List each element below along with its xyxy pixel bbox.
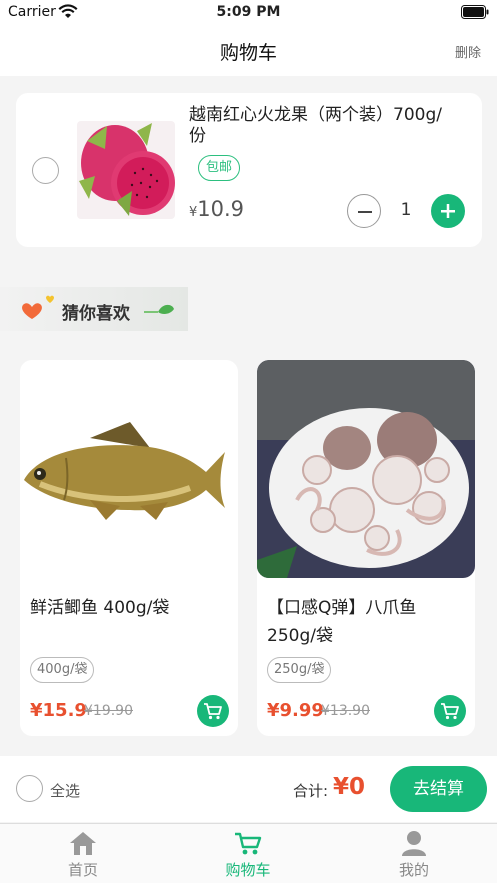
tab-cart-label: 购物车 — [225, 861, 271, 879]
product-original-price: ¥19.90 — [84, 703, 133, 719]
minus-icon — [358, 211, 372, 213]
free-shipping-tag: 包邮 — [198, 155, 241, 181]
status-time: 5:09 PM — [216, 4, 281, 20]
total-label: 合计: — [293, 782, 329, 800]
user-icon — [402, 831, 426, 856]
tab-bar: 首页 购物车 我的 — [0, 823, 497, 883]
select-all-checkbox[interactable] — [16, 775, 43, 802]
product-card[interactable]: 鲜活鲫鱼 400g/袋 400g/袋 ¥15.9 ¥19.90 — [20, 360, 238, 736]
total-value: ¥0 — [333, 774, 366, 800]
octopus-image — [257, 360, 475, 578]
page-title: 购物车 — [219, 42, 277, 64]
dragon-fruit-image — [77, 121, 175, 219]
cart-icon — [235, 832, 262, 855]
tab-home-label: 首页 — [67, 861, 98, 879]
fish-image — [20, 360, 238, 578]
product-price: ¥15.9 — [30, 700, 87, 721]
guess-you-like-banner: 猜你喜欢 — [0, 287, 188, 331]
delete-button[interactable]: 删除 — [455, 42, 481, 61]
select-all-label: 全选 — [50, 782, 81, 800]
price-value: 10.9 — [197, 197, 245, 221]
increase-quantity-button[interactable] — [431, 194, 465, 228]
nav-bar: 购物车 删除 — [0, 26, 497, 76]
product-spec-tag: 250g/袋 — [267, 657, 332, 683]
add-to-cart-button[interactable] — [197, 695, 229, 727]
quantity-value: 1 — [400, 200, 412, 220]
status-bar: Carrier 5:09 PM — [0, 0, 497, 26]
guess-you-like-title: 猜你喜欢 — [62, 304, 130, 324]
tab-mine[interactable]: 我的 — [354, 824, 474, 883]
battery-icon — [461, 5, 489, 19]
add-to-cart-button[interactable] — [434, 695, 466, 727]
tab-cart[interactable]: 购物车 — [188, 824, 308, 883]
tab-mine-label: 我的 — [398, 861, 429, 879]
decrease-quantity-button[interactable] — [347, 194, 381, 228]
cart-item-price: ¥10.9 — [189, 197, 244, 221]
product-name: 鲜活鲫鱼 400g/袋 — [30, 598, 170, 618]
tab-home[interactable]: 首页 — [23, 824, 143, 883]
product-card[interactable]: 【口感Q弹】八爪鱼 250g/袋 250g/袋 ¥9.99 ¥13.90 — [257, 360, 475, 736]
checkout-button[interactable]: 去结算 — [390, 766, 487, 812]
cart-icon — [204, 703, 222, 720]
product-name: 【口感Q弹】八爪鱼 250g/袋 — [267, 598, 417, 646]
product-original-price: ¥13.90 — [321, 703, 370, 719]
home-icon — [70, 832, 96, 855]
cart-item-checkbox[interactable] — [32, 157, 59, 184]
product-spec-tag: 400g/袋 — [30, 657, 95, 683]
cart-icon — [441, 703, 459, 720]
plus-icon — [441, 204, 455, 218]
cart-item-name: 越南红心火龙果（两个装）700g/份 — [189, 105, 442, 146]
cart-item-card: 越南红心火龙果（两个装）700g/份 包邮 ¥10.9 1 — [16, 93, 482, 247]
checkout-bar: 全选 合计: ¥0 去结算 — [0, 756, 497, 822]
product-price: ¥9.99 — [267, 700, 324, 721]
leaf-icon — [144, 304, 174, 314]
